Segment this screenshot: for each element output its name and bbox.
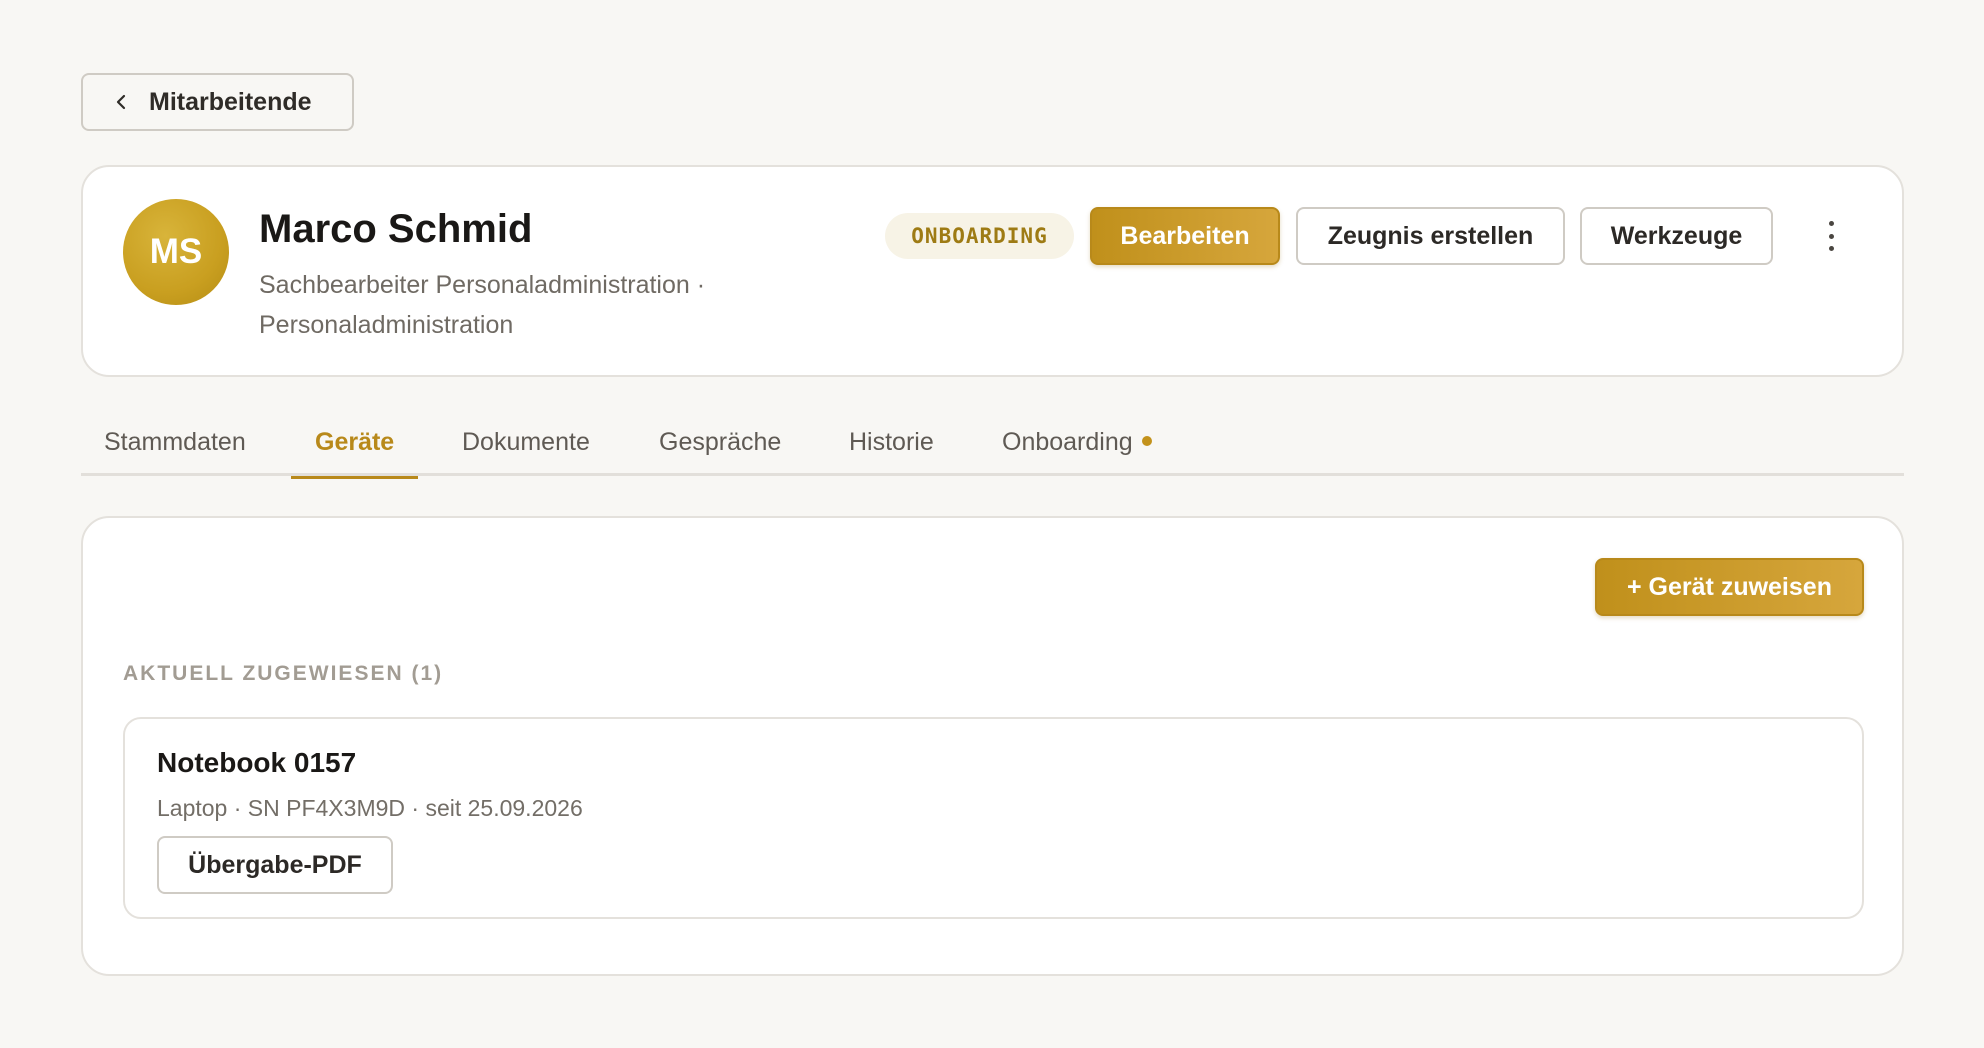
employee-name: Marco Schmid xyxy=(259,207,533,251)
tab-stammdaten[interactable]: Stammdaten xyxy=(104,428,246,476)
device-meta: Laptop · SN PF4X3M9D · seit 25.09.2026 xyxy=(157,795,583,821)
more-vertical-icon[interactable] xyxy=(1813,217,1849,255)
dot-icon xyxy=(1141,436,1152,447)
employee-subtitle: Sachbearbeiter Personaladministration · … xyxy=(259,271,706,339)
tab-historie[interactable]: Historie xyxy=(849,428,934,476)
device-name: Notebook 0157 xyxy=(157,747,357,778)
create-certificate-button[interactable]: Zeugnis erstellen xyxy=(1296,207,1565,265)
back-button[interactable]: Mitarbeitende xyxy=(81,73,354,131)
tab-dokumente[interactable]: Dokumente xyxy=(462,428,590,476)
tools-button[interactable]: Werkzeuge xyxy=(1580,207,1773,265)
handover-pdf-button[interactable]: Übergabe-PDF xyxy=(157,836,393,894)
device-card: Notebook 0157 Laptop · SN PF4X3M9D · sei… xyxy=(123,717,1864,919)
chevron-left-icon xyxy=(116,94,126,110)
employee-header-card: MS Marco Schmid Sachbearbeiter Personala… xyxy=(81,165,1904,377)
tab-onboarding[interactable]: Onboarding xyxy=(1002,428,1152,476)
section-label-assigned: AKTUELL ZUGEWIESEN (1) xyxy=(123,662,444,685)
devices-panel: + Gerät zuweisen AKTUELL ZUGEWIESEN (1) … xyxy=(81,516,1904,976)
avatar: MS xyxy=(123,199,229,305)
tab-bar: Stammdaten Geräte Dokumente Gespräche Hi… xyxy=(81,418,1904,479)
edit-button[interactable]: Bearbeiten xyxy=(1090,207,1280,265)
tab-gespraeche[interactable]: Gespräche xyxy=(659,428,781,476)
tab-geraete[interactable]: Geräte xyxy=(290,428,419,479)
back-button-label: Mitarbeitende xyxy=(149,87,312,116)
status-badge: ONBOARDING xyxy=(885,213,1074,259)
assign-device-button[interactable]: + Gerät zuweisen xyxy=(1595,558,1864,616)
